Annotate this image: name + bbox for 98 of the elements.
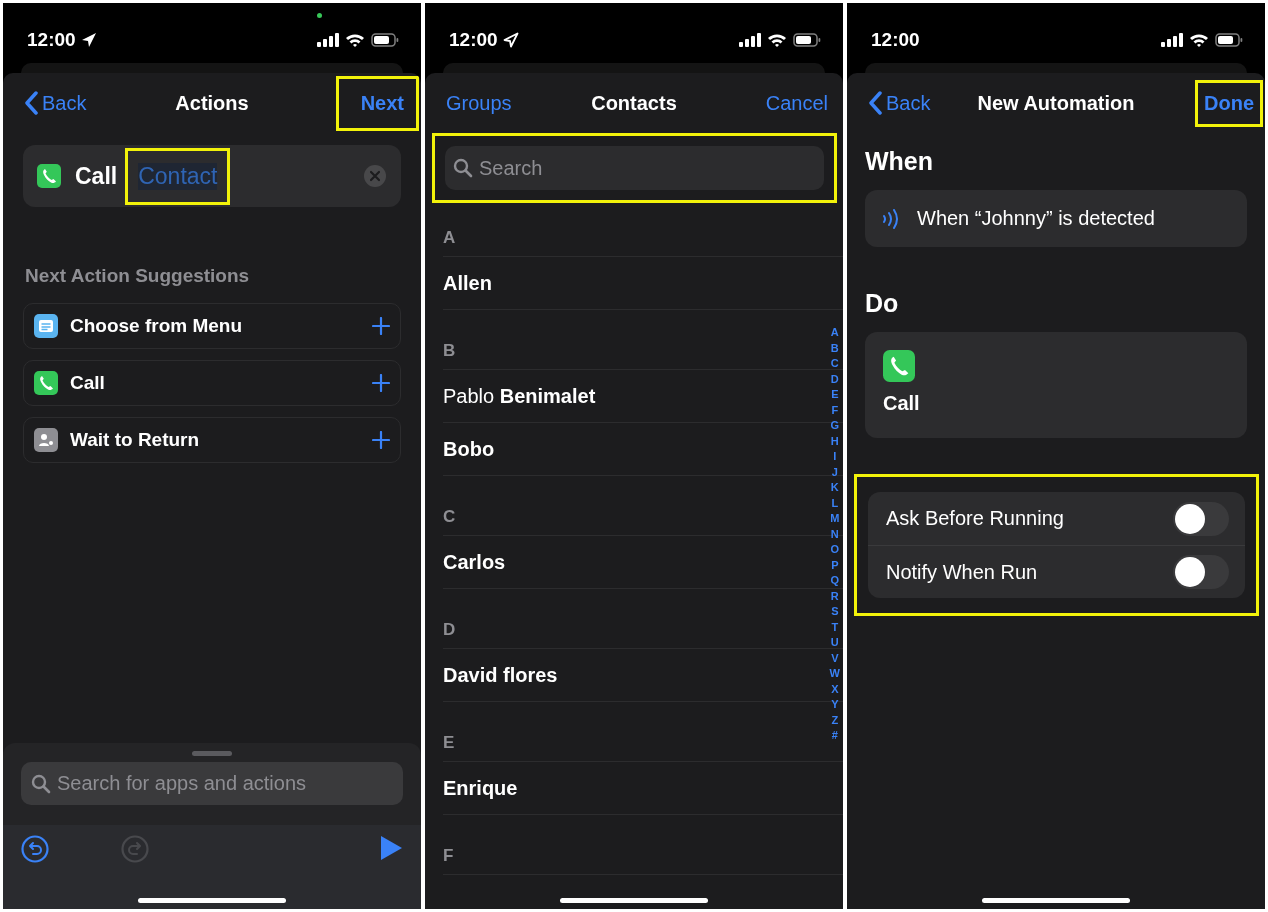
section-heading: When bbox=[864, 147, 935, 176]
home-indicator[interactable] bbox=[138, 898, 286, 903]
status-time: 12:00 bbox=[27, 29, 76, 51]
contact-name[interactable]: Pablo Benimalet bbox=[443, 384, 596, 408]
groups-button[interactable]: Groups bbox=[433, 76, 525, 130]
index-letter[interactable]: S bbox=[831, 604, 839, 620]
battery-icon bbox=[1215, 33, 1243, 47]
section-title: Next Action Suggestions bbox=[25, 265, 251, 287]
plus-icon bbox=[372, 317, 390, 335]
index-letter[interactable]: B bbox=[830, 340, 839, 356]
toggle-switch[interactable] bbox=[1173, 555, 1229, 589]
index-letter[interactable]: O bbox=[830, 542, 840, 558]
screen-title: New Automation bbox=[977, 91, 1135, 115]
index-letter[interactable]: # bbox=[831, 728, 838, 744]
toggle-label: Notify When Run bbox=[886, 560, 1038, 584]
cancel-button[interactable]: Cancel bbox=[752, 76, 841, 130]
signal-icon bbox=[317, 33, 339, 47]
home-indicator[interactable] bbox=[560, 898, 708, 903]
action-label: Call bbox=[883, 392, 921, 415]
index-letter[interactable]: Y bbox=[831, 697, 839, 713]
suggestion-item[interactable]: Choose from Menu bbox=[23, 303, 401, 349]
person-return-icon bbox=[34, 428, 58, 452]
index-letter[interactable]: M bbox=[830, 511, 840, 527]
phone-app-icon bbox=[34, 371, 58, 395]
wifi-icon bbox=[1189, 32, 1209, 48]
back-button[interactable]: Back bbox=[11, 76, 100, 130]
status-time: 12:00 bbox=[871, 29, 920, 51]
trigger-card[interactable]: When “Johnny” is detected bbox=[865, 190, 1247, 247]
back-button[interactable]: Back bbox=[855, 76, 944, 130]
action-verb: Call bbox=[75, 162, 118, 190]
suggestion-item[interactable]: Call bbox=[23, 360, 401, 406]
play-icon[interactable] bbox=[379, 835, 403, 861]
next-button[interactable]: Next bbox=[335, 75, 419, 131]
signal-icon bbox=[739, 33, 761, 47]
contact-name[interactable]: David flores bbox=[443, 663, 558, 687]
chevron-left-icon bbox=[24, 91, 38, 115]
menu-list-icon bbox=[34, 314, 58, 338]
status-time: 12:00 bbox=[449, 29, 498, 51]
index-letter[interactable]: U bbox=[830, 635, 839, 651]
section-heading: Do bbox=[864, 289, 900, 318]
search-icon bbox=[453, 158, 473, 178]
index-letter[interactable]: A bbox=[830, 325, 839, 341]
search-icon bbox=[31, 773, 51, 794]
index-letter[interactable]: J bbox=[831, 464, 838, 480]
index-letter[interactable]: C bbox=[830, 356, 839, 372]
phone-app-icon bbox=[883, 350, 915, 382]
index-letter[interactable]: I bbox=[833, 449, 837, 465]
index-letter[interactable]: E bbox=[831, 387, 839, 403]
section-letter: B bbox=[443, 341, 456, 361]
section-letter: C bbox=[443, 507, 456, 527]
index-letter[interactable]: L bbox=[831, 495, 839, 511]
done-button[interactable]: Done bbox=[1195, 79, 1263, 127]
index-letter[interactable]: V bbox=[831, 650, 839, 666]
index-letter[interactable]: R bbox=[830, 588, 839, 604]
contact-name[interactable]: Allen bbox=[443, 271, 492, 295]
sheet-handle[interactable] bbox=[192, 751, 232, 756]
search-field[interactable]: Search for apps and actions bbox=[21, 762, 403, 805]
index-letter[interactable]: H bbox=[830, 433, 839, 449]
section-letter: A bbox=[443, 228, 456, 248]
index-letter[interactable]: X bbox=[831, 681, 839, 697]
index-letter[interactable]: D bbox=[830, 371, 839, 387]
index-letter[interactable]: Q bbox=[830, 573, 840, 589]
index-letter[interactable]: F bbox=[831, 402, 839, 418]
contact-name[interactable]: Carlos bbox=[443, 550, 506, 574]
index-letter[interactable]: T bbox=[831, 619, 839, 635]
redo-icon[interactable] bbox=[121, 835, 149, 863]
contact-name[interactable]: Enrique bbox=[443, 776, 518, 800]
wifi-icon bbox=[345, 32, 365, 48]
signal-icon bbox=[1161, 33, 1183, 47]
index-letter[interactable]: G bbox=[830, 418, 840, 434]
phone-app-icon bbox=[37, 164, 61, 188]
action-card[interactable]: Call bbox=[865, 332, 1247, 438]
index-letter[interactable]: K bbox=[830, 480, 839, 496]
chevron-left-icon bbox=[868, 91, 882, 115]
home-indicator[interactable] bbox=[982, 898, 1130, 903]
battery-icon bbox=[793, 33, 821, 47]
toggle-label: Ask Before Running bbox=[886, 507, 1064, 530]
section-letter: D bbox=[443, 620, 456, 640]
contact-parameter[interactable]: Contact bbox=[125, 147, 231, 205]
section-letter: E bbox=[443, 733, 455, 753]
clear-icon[interactable] bbox=[363, 164, 387, 188]
screen-title: Actions bbox=[175, 91, 249, 115]
suggestion-item[interactable]: Wait to Return bbox=[23, 417, 401, 463]
plus-icon bbox=[372, 374, 390, 392]
wifi-icon bbox=[767, 32, 787, 48]
index-letter[interactable]: W bbox=[829, 666, 840, 682]
plus-icon bbox=[372, 431, 390, 449]
contact-name[interactable]: Bobo bbox=[443, 437, 495, 461]
index-letter[interactable]: N bbox=[830, 526, 839, 542]
toggle-switch[interactable] bbox=[1173, 501, 1229, 536]
index-letter[interactable]: P bbox=[831, 557, 839, 573]
screen-title: Contacts bbox=[591, 91, 677, 115]
search-field[interactable]: Search bbox=[445, 146, 824, 190]
section-letter: F bbox=[443, 846, 454, 866]
trigger-text: When “Johnny” is detected bbox=[917, 207, 1155, 230]
index-letter[interactable]: Z bbox=[831, 712, 839, 728]
battery-icon bbox=[371, 33, 399, 47]
undo-icon[interactable] bbox=[21, 835, 49, 863]
